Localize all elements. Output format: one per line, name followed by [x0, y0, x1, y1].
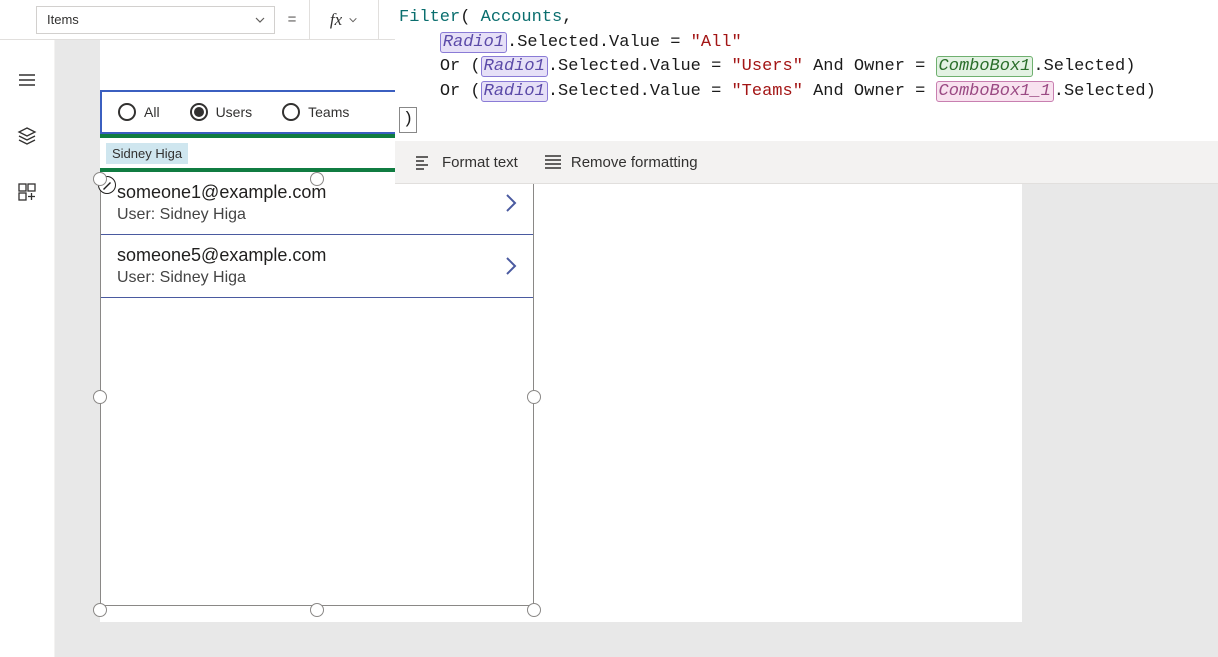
radio-circle-icon: [282, 103, 300, 121]
combobox-selected-tag[interactable]: Sidney Higa: [106, 143, 188, 164]
property-selector-cell: Items: [0, 0, 275, 39]
fx-icon: fx: [330, 10, 342, 30]
gallery-body: someone1@example.comUser: Sidney Higasom…: [100, 172, 534, 606]
resize-handle[interactable]: [310, 603, 324, 617]
gallery-row-subtitle: User: Sidney Higa: [117, 269, 326, 287]
equals-label: =: [275, 0, 309, 39]
radio-option-label: Users: [216, 104, 253, 120]
formula-fn: Filter: [399, 8, 460, 27]
chevron-down-icon: [348, 15, 358, 25]
literal-teams: "Teams": [731, 82, 802, 101]
literal-users: "Users": [731, 57, 802, 76]
radio-circle-icon: [190, 103, 208, 121]
chevron-down-icon: [254, 14, 266, 26]
hamburger-icon[interactable]: [17, 70, 37, 90]
resize-handle[interactable]: [93, 172, 107, 186]
components-icon[interactable]: [17, 182, 37, 202]
ref-radio1: Radio1: [481, 81, 548, 102]
left-rail: [0, 40, 55, 657]
formula-editor-panel: Filter( Accounts, Radio1.Selected.Value …: [395, 0, 1218, 184]
format-text-button[interactable]: Format text: [415, 154, 518, 171]
ref-combobox1-1: ComboBox1_1: [936, 81, 1054, 102]
combobox-selected-value: Sidney Higa: [112, 146, 182, 161]
ref-radio1: Radio1: [481, 56, 548, 77]
format-text-icon: [415, 154, 433, 170]
formula-source: Accounts: [481, 8, 563, 27]
formula-toolbar: Format text Remove formatting: [395, 141, 1218, 183]
resize-handle[interactable]: [93, 603, 107, 617]
radio-option-label: Teams: [308, 104, 349, 120]
ref-radio1: Radio1: [440, 32, 507, 53]
property-selector-value: Items: [47, 12, 79, 27]
radio-option-users[interactable]: Users: [190, 103, 253, 121]
radio-option-label: All: [144, 104, 160, 120]
resize-handle[interactable]: [527, 390, 541, 404]
radio-circle-icon: [118, 103, 136, 121]
gallery-row-subtitle: User: Sidney Higa: [117, 206, 326, 224]
remove-formatting-button[interactable]: Remove formatting: [544, 154, 698, 171]
chevron-right-icon[interactable]: [503, 191, 519, 215]
layers-icon[interactable]: [17, 126, 37, 146]
gallery-row[interactable]: someone5@example.com User: Sidney Higa: [101, 235, 533, 298]
remove-formatting-label: Remove formatting: [571, 154, 698, 171]
remove-formatting-icon: [544, 154, 562, 170]
radio-option-all[interactable]: All: [118, 103, 160, 121]
format-text-label: Format text: [442, 154, 518, 171]
formula-editor[interactable]: Filter( Accounts, Radio1.Selected.Value …: [395, 0, 1218, 141]
resize-handle[interactable]: [93, 390, 107, 404]
literal-all: "All": [691, 33, 742, 52]
chevron-right-icon[interactable]: [503, 254, 519, 278]
resize-handle[interactable]: [310, 172, 324, 186]
gallery-row-title: someone1@example.com: [117, 182, 326, 203]
ref-combobox1: ComboBox1: [936, 56, 1034, 77]
property-selector[interactable]: Items: [36, 6, 275, 34]
radio-option-teams[interactable]: Teams: [282, 103, 349, 121]
gallery-row-title: someone5@example.com: [117, 245, 326, 266]
fx-button[interactable]: fx: [309, 0, 379, 39]
resize-handle[interactable]: [527, 603, 541, 617]
closing-paren: ): [399, 107, 417, 134]
